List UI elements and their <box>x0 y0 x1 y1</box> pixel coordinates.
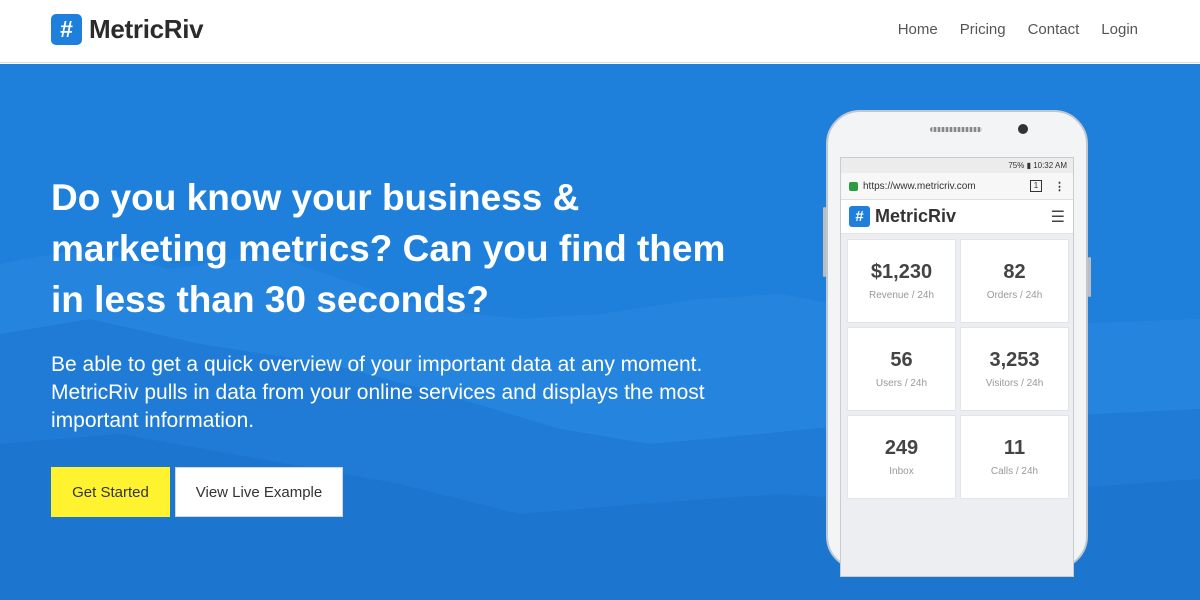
hero-description: Be able to get a quick overview of your … <box>51 351 771 435</box>
metric-label: Users / 24h <box>875 378 928 389</box>
main-nav: Home Pricing Contact Login <box>898 21 1138 38</box>
tab-count-icon[interactable]: 1 <box>1030 180 1042 192</box>
browser-url-bar[interactable]: https://www.metricriv.com 1 ⋮ <box>841 173 1073 200</box>
phone-volume-button <box>823 207 826 277</box>
metric-label: Orders / 24h <box>986 290 1043 301</box>
phone-speaker <box>930 127 982 132</box>
phone-status-text: 75% ▮ 10:32 AM <box>1008 161 1067 170</box>
metric-card-revenue[interactable]: $1,230 Revenue / 24h <box>847 239 956 323</box>
nav-pricing-link[interactable]: Pricing <box>960 21 1006 38</box>
headline-line: marketing metrics? Can you find them <box>51 228 726 269</box>
description-line: important information. <box>51 409 255 432</box>
nav-login-link[interactable]: Login <box>1101 21 1138 38</box>
metric-card-visitors[interactable]: 3,253 Visitors / 24h <box>960 327 1069 411</box>
top-navbar: # MetricRiv Home Pricing Contact Login <box>0 0 1200 63</box>
metric-card-inbox[interactable]: 249 Inbox <box>847 415 956 499</box>
metric-label: Calls / 24h <box>990 466 1039 477</box>
hamburger-menu-icon[interactable]: ☰ <box>1051 207 1065 227</box>
metrics-grid: $1,230 Revenue / 24h 82 Orders / 24h 56 … <box>841 234 1073 504</box>
more-options-icon[interactable]: ⋮ <box>1054 180 1065 193</box>
metric-value: $1,230 <box>870 261 933 283</box>
brand-logo[interactable]: # MetricRiv <box>51 14 204 45</box>
headline-line: in less than 30 seconds? <box>51 279 489 320</box>
lock-icon <box>849 181 858 191</box>
app-name: MetricRiv <box>875 206 957 226</box>
metric-label: Visitors / 24h <box>985 378 1044 389</box>
view-live-example-button[interactable]: View Live Example <box>175 467 343 517</box>
metric-value: 3,253 <box>989 349 1040 371</box>
hash-logo-icon: # <box>51 14 82 45</box>
phone-mockup: 75% ▮ 10:32 AM https://www.metricriv.com… <box>823 110 1091 577</box>
metric-label: Inbox <box>889 466 914 477</box>
get-started-button[interactable]: Get Started <box>51 467 170 517</box>
metric-label: Revenue / 24h <box>868 290 935 301</box>
phone-screen: 75% ▮ 10:32 AM https://www.metricriv.com… <box>840 157 1074 577</box>
url-text: https://www.metricriv.com <box>863 180 976 192</box>
metric-value: 11 <box>1003 437 1026 459</box>
phone-power-button <box>1088 257 1091 297</box>
metric-card-calls[interactable]: 11 Calls / 24h <box>960 415 1069 499</box>
hash-logo-icon: # <box>849 206 870 227</box>
metric-card-users[interactable]: 56 Users / 24h <box>847 327 956 411</box>
metric-value: 249 <box>884 437 919 459</box>
metric-value: 82 <box>1003 261 1026 283</box>
description-line: MetricRiv pulls in data from your online… <box>51 381 705 404</box>
headline-line: Do you know your business & <box>51 177 580 218</box>
nav-contact-link[interactable]: Contact <box>1028 21 1080 38</box>
metric-card-orders[interactable]: 82 Orders / 24h <box>960 239 1069 323</box>
hero-headline: Do you know your business & marketing me… <box>51 172 771 325</box>
nav-home-link[interactable]: Home <box>898 21 938 38</box>
app-header: # MetricRiv ☰ <box>841 200 1073 234</box>
phone-camera <box>1018 124 1028 134</box>
metric-value: 56 <box>890 349 913 371</box>
phone-status-bar: 75% ▮ 10:32 AM <box>841 158 1073 173</box>
brand-name: MetricRiv <box>89 14 204 44</box>
description-line: Be able to get a quick overview of your … <box>51 353 703 376</box>
